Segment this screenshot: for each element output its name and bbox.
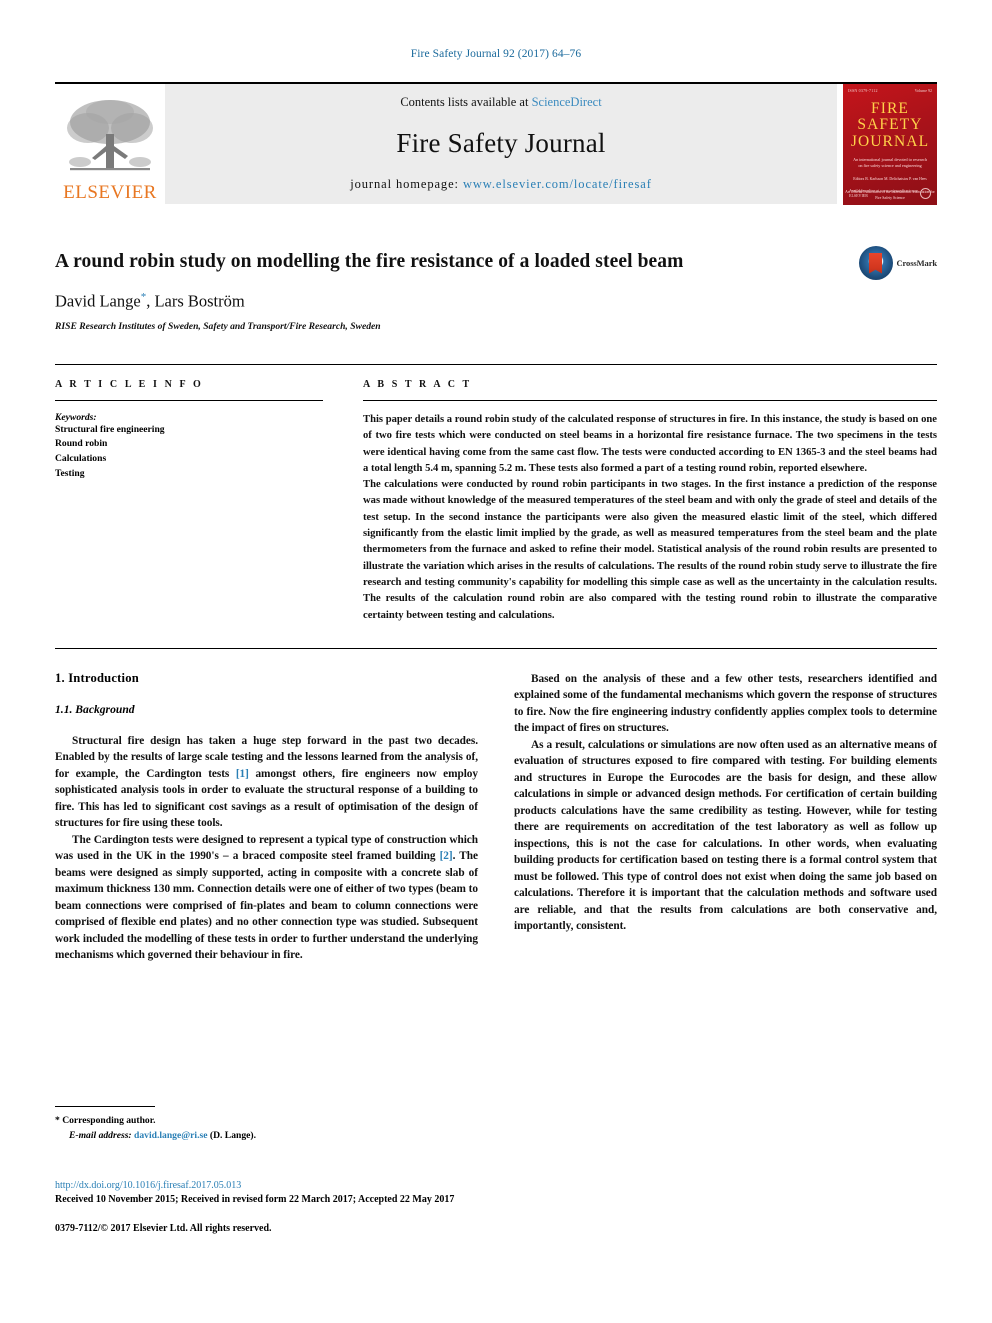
body-paragraph: Based on the analysis of these and a few… bbox=[514, 672, 937, 735]
contents-prefix: Contents lists available at bbox=[400, 95, 529, 109]
keyword-item: Testing bbox=[55, 467, 85, 479]
crossmark-label: CrossMark bbox=[896, 258, 938, 268]
crossmark-icon bbox=[858, 246, 893, 280]
author-secondary: , Lars Boström bbox=[146, 291, 245, 311]
contents-list-line: Contents lists available at ScienceDirec… bbox=[400, 95, 601, 110]
homepage-url-link[interactable]: www.elsevier.com/locate/firesaf bbox=[463, 177, 652, 191]
citation-ref[interactable]: [1] bbox=[236, 768, 249, 780]
cover-top-right-text: Volume 92 bbox=[914, 87, 932, 93]
footnote-rule bbox=[55, 1106, 155, 1107]
paper-page: Fire Safety Journal 92 (2017) 64–76 ELSE… bbox=[0, 0, 992, 1323]
abstract-paragraph: This paper details a round robin study o… bbox=[363, 413, 937, 474]
keyword-item: Structural fire engineering bbox=[55, 423, 165, 435]
footnote-marker: * bbox=[55, 1115, 60, 1126]
subsection-heading-background: 1.1. Background bbox=[55, 702, 135, 716]
journal-title: Fire Safety Journal bbox=[396, 128, 606, 158]
section-heading-introduction: 1. Introduction bbox=[55, 670, 139, 685]
journal-cover-thumbnail[interactable]: ISSN 0379-7112 Volume 92 FIRE SAFETY JOU… bbox=[843, 83, 937, 205]
keyword-item: Round robin bbox=[55, 438, 108, 450]
journal-cover-wrap: ISSN 0379-7112 Volume 92 FIRE SAFETY JOU… bbox=[837, 83, 937, 205]
footnote-block: * Corresponding author. E-mail address: … bbox=[55, 1106, 495, 1144]
author-list: David Lange*, Lars Boström bbox=[55, 291, 937, 312]
citation-ref[interactable]: [2] bbox=[440, 850, 453, 862]
journal-homepage-line: journal homepage: www.elsevier.com/locat… bbox=[350, 177, 652, 192]
sciencedirect-link[interactable]: ScienceDirect bbox=[532, 95, 602, 109]
elsevier-logo: ELSEVIER bbox=[55, 84, 165, 204]
cover-editors: Editors B. Karlsson M. Delichatsios P. v… bbox=[853, 177, 927, 182]
iafss-seal-icon bbox=[920, 187, 931, 199]
footer-block: http://dx.doi.org/10.1016/j.firesaf.2017… bbox=[55, 1180, 755, 1234]
email-label: E-mail address: bbox=[69, 1129, 132, 1141]
keywords-label: Keywords: bbox=[55, 411, 97, 423]
doi-link[interactable]: http://dx.doi.org/10.1016/j.firesaf.2017… bbox=[55, 1180, 755, 1191]
cover-title-line2: SAFETY bbox=[857, 116, 923, 134]
cover-title-line1: FIRE bbox=[871, 99, 909, 117]
email-note: E-mail address: david.lange@ri.se (D. La… bbox=[55, 1129, 495, 1144]
article-info-column: A R T I C L E I N F O Keywords: Structur… bbox=[55, 379, 345, 624]
publication-history: Received 10 November 2015; Received in r… bbox=[55, 1194, 455, 1205]
cover-subtitle: An international journal devoted to rese… bbox=[853, 156, 927, 168]
affiliation: RISE Research Institutes of Sweden, Safe… bbox=[55, 320, 381, 332]
article-info-rule bbox=[55, 399, 323, 401]
elsevier-tree-icon bbox=[67, 100, 153, 171]
homepage-prefix: journal homepage: bbox=[350, 177, 459, 191]
article-info-heading: A R T I C L E I N F O bbox=[55, 378, 204, 390]
corresponding-author-text: Corresponding author. bbox=[62, 1115, 156, 1126]
journal-band-center: Contents lists available at ScienceDirec… bbox=[165, 84, 837, 204]
body-left-column: 1. Introduction 1.1. Background Structur… bbox=[55, 671, 478, 964]
abstract-column: A B S T R A C T This paper details a rou… bbox=[345, 379, 937, 624]
crossmark-book-shape bbox=[869, 252, 882, 274]
abstract-body: This paper details a round robin study o… bbox=[363, 412, 937, 624]
running-head: Fire Safety Journal 92 (2017) 64–76 bbox=[410, 48, 582, 60]
body-paragraph: As a result, calculations or simulations… bbox=[514, 738, 937, 933]
abstract-heading: A B S T R A C T bbox=[363, 378, 472, 390]
title-block: CrossMark A round robin study on modelli… bbox=[55, 246, 937, 332]
author-primary: David Lange bbox=[55, 291, 141, 311]
abstract-paragraph: The calculations were conducted by round… bbox=[363, 479, 937, 621]
journal-header-band: ELSEVIER Contents lists available at Sci… bbox=[55, 82, 937, 205]
body-right-column: Based on the analysis of these and a few… bbox=[514, 671, 937, 964]
corresponding-author-note: * Corresponding author. bbox=[55, 1114, 495, 1129]
page-title: A round robin study on modelling the fir… bbox=[55, 251, 684, 272]
keyword-item: Calculations bbox=[55, 453, 107, 465]
crossmark-badge[interactable]: CrossMark bbox=[858, 246, 938, 280]
body-columns: 1. Introduction 1.1. Background Structur… bbox=[55, 647, 937, 964]
copyright-line: 0379-7112/© 2017 Elsevier Ltd. All right… bbox=[55, 1223, 272, 1234]
body-paragraph: Structural fire design has taken a huge … bbox=[55, 734, 478, 830]
email-link[interactable]: david.lange@ri.se bbox=[134, 1130, 207, 1141]
email-suffix: (D. Lange). bbox=[209, 1129, 256, 1141]
cover-top-left-text: ISSN 0379-7112 bbox=[848, 87, 878, 93]
info-abstract-band: A R T I C L E I N F O Keywords: Structur… bbox=[55, 363, 937, 624]
cover-title-line3: JOURNAL bbox=[850, 132, 930, 150]
elsevier-wordmark: ELSEVIER bbox=[63, 182, 157, 203]
abstract-rule bbox=[363, 399, 937, 401]
body-paragraph: The Cardington tests were designed to re… bbox=[55, 833, 478, 962]
